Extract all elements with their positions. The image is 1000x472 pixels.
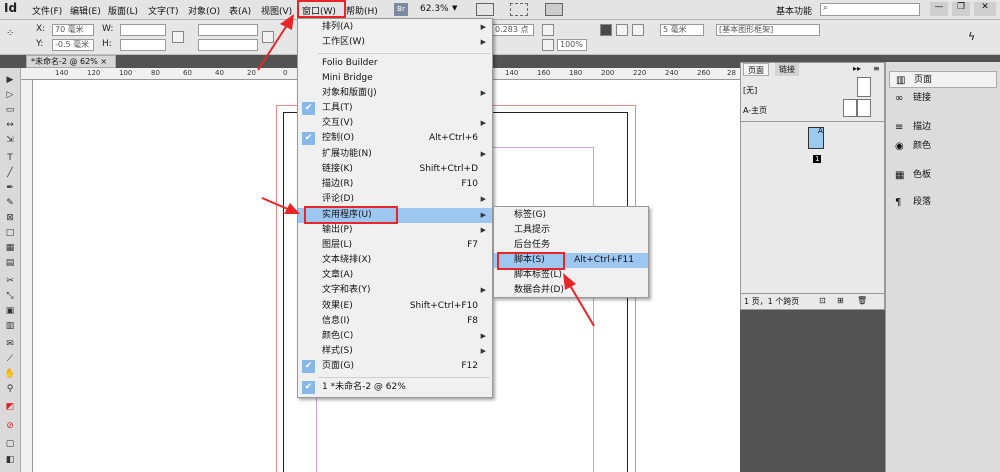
annotation-arrow-utilities [261,197,291,211]
annotation-arrowhead [563,273,576,290]
annotation-arrow-scripts [567,281,595,327]
annotation-arrowhead [280,14,294,30]
annotation-arrows [257,14,595,327]
annotation-arrow-menubar [257,21,290,71]
